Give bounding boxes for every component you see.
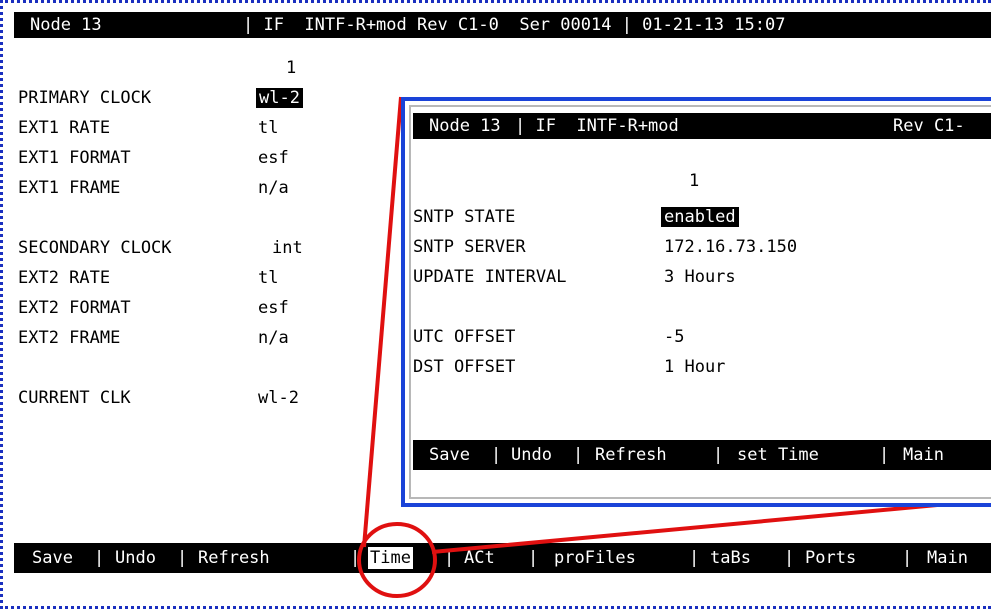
field-label-ext1-rate: EXT1 RATE [18, 118, 111, 138]
field-label-ext2-format: EXT2 FORMAT [18, 298, 131, 318]
field-label-dst-offset: DST OFFSET [413, 357, 516, 377]
menu-sep: | [528, 548, 539, 568]
field-value-update-interval[interactable]: 3 Hours [664, 267, 736, 287]
menu-undo[interactable]: Undo [115, 547, 156, 569]
field-value-sntp-server[interactable]: 172.16.73.150 [664, 237, 797, 257]
menu-tabs[interactable]: taBs [710, 547, 751, 569]
field-value-sntp-state[interactable]: enabled [661, 207, 739, 227]
menu-save[interactable]: Save [32, 547, 73, 569]
field-value-dst-offset[interactable]: 1 Hour [664, 357, 725, 377]
field-value-utc-offset[interactable]: -5 [664, 327, 684, 347]
menu-sep: | [573, 445, 584, 465]
menu-sep: | [177, 548, 188, 568]
main-header-interface: | IF INTF-R+mod Rev C1-0 Ser 00014 | 01-… [243, 15, 786, 35]
popup-menu-refresh[interactable]: Refresh [595, 444, 667, 466]
menu-sep: | [713, 445, 724, 465]
field-label-sntp-server: SNTP SERVER [413, 237, 526, 257]
menu-sep: | [350, 548, 361, 568]
field-label-primary-clock: PRIMARY CLOCK [18, 88, 152, 108]
menu-profiles[interactable]: proFiles [554, 547, 636, 569]
menu-sep: | [902, 548, 913, 568]
main-header-node: Node 13 [30, 15, 102, 35]
menu-act[interactable]: ACt [464, 547, 495, 569]
popup-header-rev: Rev C1- [893, 116, 965, 136]
field-label-ext2-rate: EXT2 RATE [18, 268, 111, 288]
popup-menu-main[interactable]: Main [903, 444, 944, 466]
time-screen-popup: Node 13 | IF INTF-R+mod Rev C1- 1 SNTP S… [401, 97, 991, 507]
menu-ports[interactable]: Ports [805, 547, 856, 569]
menu-main[interactable]: Main [927, 547, 968, 569]
field-value-ext2-format[interactable]: esf [258, 298, 289, 318]
field-label-current-clk: CURRENT CLK [18, 388, 131, 408]
field-value-ext2-rate[interactable]: tl [258, 268, 278, 288]
main-menu-bar: Save | Undo | Refresh | Time | ACt | pro… [14, 543, 991, 573]
field-value-current-clk: wl-2 [258, 388, 299, 408]
field-label-secondary-clock: SECONDARY CLOCK [18, 238, 172, 258]
popup-menu-save[interactable]: Save [429, 444, 470, 466]
popup-header-node: Node 13 [429, 116, 501, 136]
field-value-ext1-format[interactable]: esf [258, 148, 289, 168]
field-label-update-interval: UPDATE INTERVAL [413, 267, 567, 287]
menu-sep: | [491, 445, 502, 465]
menu-sep: | [784, 548, 795, 568]
field-value-secondary-clock[interactable]: int [272, 238, 303, 258]
main-header-bar: Node 13 | IF INTF-R+mod Rev C1-0 Ser 000… [14, 12, 991, 38]
field-label-sntp-state: SNTP STATE [413, 207, 516, 227]
field-value-ext2-frame[interactable]: n/a [258, 328, 289, 348]
menu-sep: | [444, 548, 455, 568]
menu-refresh[interactable]: Refresh [198, 547, 270, 569]
menu-sep: | [94, 548, 105, 568]
field-value-ext1-rate[interactable]: tl [258, 118, 278, 138]
main-column-number: 1 [286, 58, 297, 78]
popup-header-bar: Node 13 | IF INTF-R+mod Rev C1- [413, 113, 991, 139]
popup-menu-undo[interactable]: Undo [511, 444, 552, 466]
field-value-ext1-frame[interactable]: n/a [258, 178, 289, 198]
popup-menu-set-time[interactable]: set Time [737, 444, 819, 466]
menu-time[interactable]: Time [368, 547, 413, 569]
field-label-ext1-frame: EXT1 FRAME [18, 178, 121, 198]
field-label-ext1-format: EXT1 FORMAT [18, 148, 131, 168]
menu-sep: | [879, 445, 890, 465]
popup-menu-bar: Save | Undo | Refresh | set Time | Main [413, 440, 991, 470]
menu-sep: | [689, 548, 700, 568]
field-label-utc-offset: UTC OFFSET [413, 327, 516, 347]
popup-column-number: 1 [689, 171, 700, 191]
popup-header-interface: | IF INTF-R+mod [515, 116, 679, 136]
field-value-primary-clock[interactable]: wl-2 [256, 88, 303, 108]
field-label-ext2-frame: EXT2 FRAME [18, 328, 121, 348]
